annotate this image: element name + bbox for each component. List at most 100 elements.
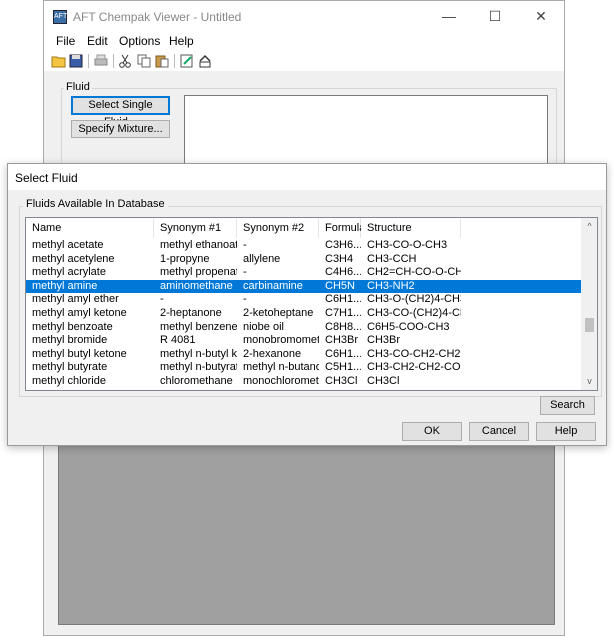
dialog-title: Select Fluid (15, 171, 78, 185)
cell-synonym1: 1-propyne (160, 252, 210, 265)
cell-formula: CH3Cl (325, 375, 358, 387)
cell-synonym1: chloromethane (160, 375, 233, 387)
cell-name: methyl bromide (32, 334, 108, 347)
maximize-button[interactable]: ☐ (472, 1, 518, 32)
cell-structure: CH3-CO-O-CH3 (367, 239, 448, 251)
cell-formula: C3H4 (325, 252, 354, 265)
fluid-group-label: Fluid (64, 81, 92, 93)
cut-icon[interactable] (117, 53, 133, 69)
cell-synonym1: 2-heptanone (160, 307, 222, 319)
paste-icon[interactable] (154, 53, 170, 69)
menu-file[interactable]: File (56, 34, 75, 48)
cell-synonym1: methyl propenate (160, 266, 237, 279)
scroll-down-arrow-icon[interactable]: v (581, 373, 597, 390)
help-button[interactable]: Help (536, 422, 596, 441)
cell-structure: CH2=CH-CO-O-CH3 (367, 266, 461, 279)
cell-synonym1: - (160, 293, 164, 306)
title-bar: AFT AFT Chempak Viewer - Untitled — ☐ ✕ (44, 1, 564, 32)
select-single-fluid-button[interactable]: Select Single Fluid... (71, 96, 170, 128)
list-rows: methyl acetate methyl ethanoate - C3H6... CH… (26, 239, 582, 390)
cell-formula: CH3Br (325, 334, 359, 347)
cell-synonym1: methyl ethanoate (160, 239, 237, 251)
cell-synonym2: niobe oil (243, 320, 284, 333)
aft-app-icon: AFT (53, 10, 67, 24)
table-row[interactable]: methyl acetate methyl ethanoate - C3H6... CH… (26, 239, 582, 252)
edit-notes-icon[interactable] (179, 53, 195, 69)
cell-structure: C6H5-COO-CH3 (367, 320, 450, 333)
table-row[interactable]: methyl benzoate methyl benzene ... niobe o… (26, 321, 582, 334)
toolbar-separator (113, 54, 114, 68)
cell-name: methyl amyl ether (32, 293, 119, 306)
table-row[interactable]: methyl butyl ketone methyl n-butyl ke... 2… (26, 348, 582, 361)
cell-formula: C6H1... (325, 347, 361, 360)
cell-structure: CH3Cl (367, 375, 400, 387)
save-icon[interactable] (68, 53, 84, 69)
cell-synonym1: R 4081 (160, 334, 196, 347)
cell-name: methyl butyl ketone (32, 347, 127, 360)
cell-name: methyl butyrate (32, 361, 108, 374)
cell-synonym2: - (243, 239, 247, 251)
cell-formula: C4H6... (325, 266, 361, 279)
psi-report-icon[interactable] (197, 53, 213, 69)
cell-name: methyl acetate (32, 239, 104, 251)
cell-synonym1: methyl benzene ... (160, 320, 237, 333)
cell-structure: CH3-CO-(CH2)4-CH3 (367, 307, 461, 319)
fluids-database-label: Fluids Available In Database (23, 198, 168, 210)
scroll-thumb[interactable] (585, 318, 594, 332)
cell-name: methyl benzoate (32, 320, 113, 333)
cell-synonym2: monobromometh... (243, 334, 319, 347)
cancel-button[interactable]: Cancel (469, 422, 529, 441)
minimize-button[interactable]: — (426, 1, 472, 32)
table-row[interactable]: methyl acetylene 1-propyne allylene C3H4 CH3… (26, 253, 582, 266)
cell-formula: C8H8... (325, 320, 361, 333)
cell-synonym2: - (243, 293, 247, 306)
cell-structure: CH3Br (367, 334, 401, 347)
preview-panel (58, 445, 555, 625)
scroll-up-arrow-icon[interactable]: ^ (581, 218, 597, 235)
column-header-name[interactable]: Name (26, 218, 154, 238)
cell-formula: C3H6... (325, 239, 361, 251)
column-header-structure[interactable]: Structure (361, 218, 461, 238)
cell-formula: CH5N (325, 279, 355, 292)
print-icon[interactable] (93, 53, 109, 69)
table-row[interactable]: methyl chloride chloromethane monochlorome… (26, 375, 582, 388)
cell-structure: CH3-NH2 (367, 279, 415, 292)
table-row[interactable]: methyl butyrate methyl n-butyrate methyl n… (26, 361, 582, 374)
table-row[interactable]: methyl bromide R 4081 monobromometh... CH3B… (26, 334, 582, 347)
cell-structure: CH3-CCH (367, 252, 417, 265)
cell-synonym1: methyl n-butyl ke... (160, 347, 237, 360)
dialog-title-bar: Select Fluid (8, 164, 606, 190)
cell-structure: CH3-CO-CH2-CH2-C... (367, 347, 461, 360)
table-row[interactable]: methyl acrylate methyl propenate - C4H6... C… (26, 266, 582, 279)
table-row-selected[interactable]: methyl amine aminomethane carbinamine CH5N C… (26, 279, 582, 293)
cell-synonym1: methyl n-butyrate (160, 361, 237, 374)
cell-name: methyl amyl ketone (32, 307, 127, 319)
cell-synonym2: carbinamine (243, 279, 303, 292)
column-header-synonym2[interactable]: Synonym #2 (237, 218, 319, 238)
column-header-formula[interactable]: Formula (319, 218, 365, 238)
fluids-list[interactable]: Name Synonym #1 Synonym #2 Formula Struc… (25, 217, 598, 391)
cell-synonym2: allylene (243, 252, 281, 265)
table-row[interactable]: methyl amyl ether - - C6H1... CH3-O-(CH2)4-C… (26, 293, 582, 306)
specify-mixture-button[interactable]: Specify Mixture... (71, 120, 170, 138)
copy-icon[interactable] (136, 53, 152, 69)
cell-synonym2: 2-hexanone (243, 347, 302, 360)
window-title: AFT Chempak Viewer - Untitled (73, 10, 242, 24)
cell-name: methyl amine (32, 279, 98, 292)
cell-synonym1: aminomethane (160, 279, 233, 292)
close-button[interactable]: ✕ (518, 1, 564, 32)
vertical-scrollbar[interactable]: ^ v (581, 218, 597, 390)
toolbar-separator (174, 54, 175, 68)
cell-synonym2: monochlorometh... (243, 375, 319, 387)
table-row[interactable]: methyl amyl ketone 2-heptanone 2-ketohepta… (26, 307, 582, 320)
open-folder-icon[interactable] (51, 53, 67, 69)
menu-edit[interactable]: Edit (87, 34, 108, 48)
search-button[interactable]: Search (540, 396, 595, 415)
cell-synonym2: - (243, 266, 247, 279)
column-header-synonym1[interactable]: Synonym #1 (154, 218, 237, 238)
menu-help[interactable]: Help (169, 34, 194, 48)
ok-button[interactable]: OK (402, 422, 462, 441)
menu-options[interactable]: Options (119, 34, 160, 48)
cell-name: methyl chloride (32, 375, 106, 387)
cell-structure: CH3-CH2-CH2-CO-O-... (367, 361, 461, 374)
